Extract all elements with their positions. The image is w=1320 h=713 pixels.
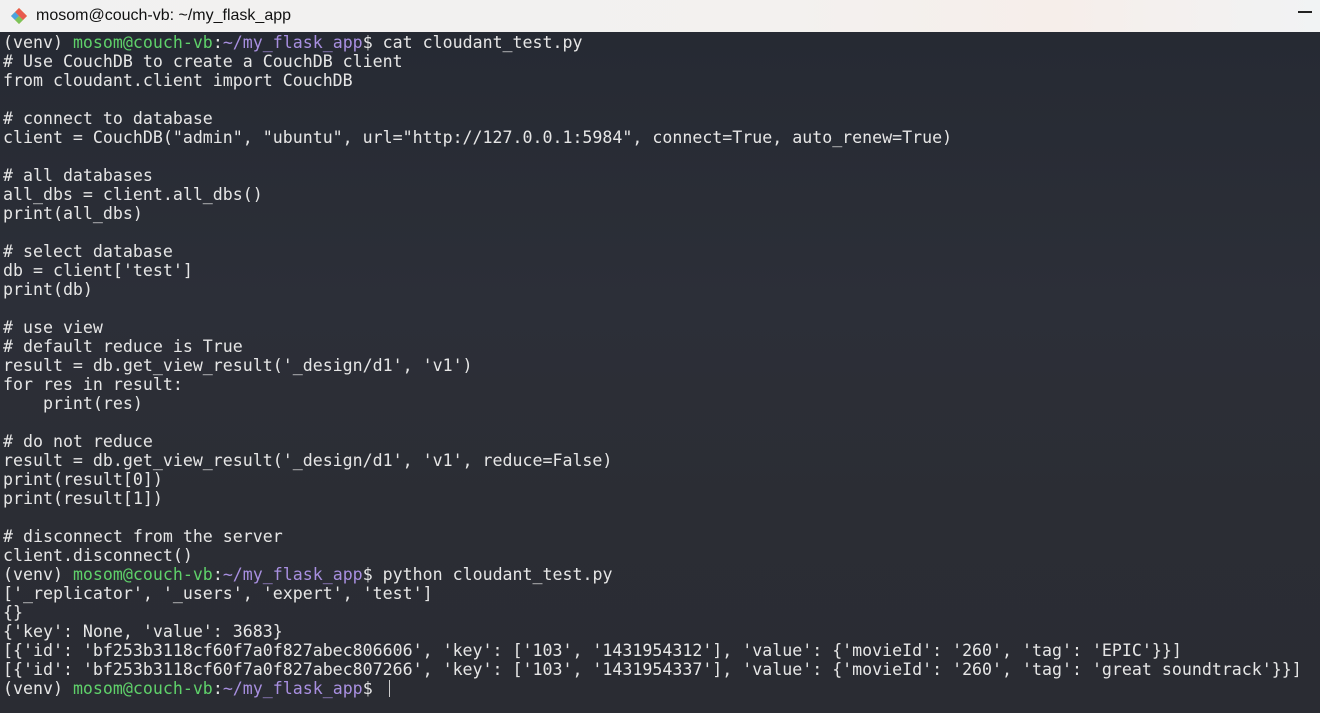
output-line: # default reduce is True [3, 337, 243, 356]
prompt-separator: : [212, 33, 223, 52]
venv-label: (venv) [3, 33, 73, 52]
output-line: print(res) [3, 394, 143, 413]
prompt-separator: : [212, 565, 223, 584]
prompt-symbol: $ [362, 565, 383, 584]
user-host: mosom@couch-vb [72, 679, 213, 698]
output-line: client.disconnect() [3, 546, 193, 565]
current-path: ~/my_flask_app [222, 565, 363, 584]
output-line: print(result[0]) [3, 470, 163, 489]
output-line: {'key': None, 'value': 3683} [3, 622, 283, 641]
prompt-symbol: $ [362, 33, 383, 52]
output-line: [{'id': 'bf253b3118cf60f7a0f827abec80660… [3, 641, 1182, 660]
current-path: ~/my_flask_app [222, 33, 363, 52]
minimize-button[interactable] [1298, 11, 1312, 13]
output-line: result = db.get_view_result('_design/d1'… [3, 356, 473, 375]
output-line: # select database [3, 242, 173, 261]
prompt-symbol: $ [362, 679, 383, 698]
text-cursor [388, 680, 390, 697]
output-line: # Use CouchDB to create a CouchDB client [3, 52, 403, 71]
output-line: result = db.get_view_result('_design/d1'… [3, 451, 613, 470]
output-line: client = CouchDB("admin", "ubuntu", url=… [3, 128, 953, 147]
output-line: # all databases [3, 166, 153, 185]
venv-label: (venv) [3, 679, 73, 698]
output-line: print(all_dbs) [3, 204, 143, 223]
venv-label: (venv) [3, 565, 73, 584]
output-line: print(result[1]) [3, 489, 163, 508]
output-line: # do not reduce [3, 432, 153, 451]
prompt-line: (venv) mosom@couch-vb:~/my_flask_app$ ca… [0, 33, 1320, 52]
command-text: cat cloudant_test.py [382, 33, 583, 52]
output-line: from cloudant.client import CouchDB [3, 71, 353, 90]
output-line: all_dbs = client.all_dbs() [3, 185, 263, 204]
title-bar: mosom@couch-vb: ~/my_flask_app [0, 0, 1320, 32]
command-text: python cloudant_test.py [382, 565, 613, 584]
window-title: mosom@couch-vb: ~/my_flask_app [36, 7, 292, 24]
output-line: [{'id': 'bf253b3118cf60f7a0f827abec80726… [3, 660, 1302, 679]
output-line: {} [3, 603, 23, 622]
terminal-output[interactable]: (venv) mosom@couch-vb:~/my_flask_app$ ca… [0, 32, 1320, 713]
user-host: mosom@couch-vb [72, 565, 213, 584]
git-bash-icon [10, 7, 28, 25]
user-host: mosom@couch-vb [72, 33, 213, 52]
output-line: print(db) [3, 280, 93, 299]
output-line: for res in result: [3, 375, 183, 394]
prompt-line: (venv) mosom@couch-vb:~/my_flask_app$ [0, 679, 1320, 698]
output-line: ['_replicator', '_users', 'expert', 'tes… [3, 584, 433, 603]
prompt-line: (venv) mosom@couch-vb:~/my_flask_app$ py… [0, 565, 1320, 584]
output-line: # disconnect from the server [3, 527, 283, 546]
output-line: # connect to database [3, 109, 213, 128]
output-line: # use view [3, 318, 103, 337]
current-path: ~/my_flask_app [222, 679, 363, 698]
output-line: db = client['test'] [3, 261, 193, 280]
prompt-separator: : [212, 679, 223, 698]
